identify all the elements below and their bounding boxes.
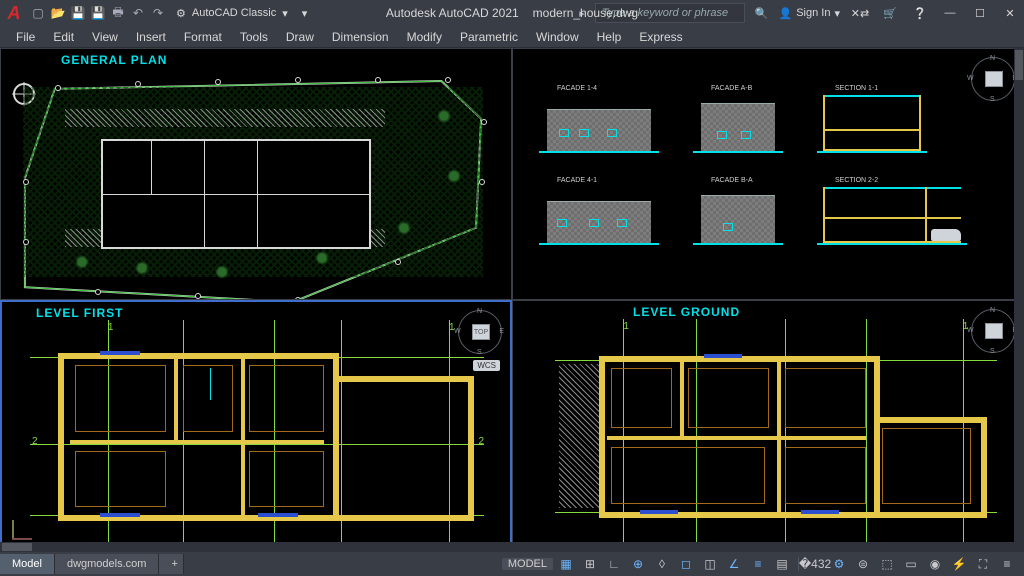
- car-icon: [931, 229, 961, 241]
- menu-bar: File Edit View Insert Format Tools Draw …: [0, 26, 1024, 48]
- title-right: ▸ Type a keyword or phrase 🔍 👤 Sign In ▾…: [579, 3, 1020, 23]
- tab-layout-1[interactable]: dwgmodels.com: [55, 554, 159, 574]
- transparency-toggle-icon[interactable]: ▤: [771, 555, 793, 573]
- clean-screen-icon[interactable]: ⛶: [972, 555, 994, 573]
- viewport-general-plan[interactable]: GENERAL PLAN: [0, 48, 512, 300]
- app-name: Autodesk AutoCAD 2021: [386, 6, 519, 20]
- chevron-down-icon: ▾: [282, 7, 288, 20]
- horizontal-scrollbar[interactable]: [0, 542, 1024, 552]
- document-name: modern_house.dwg: [533, 6, 638, 20]
- 3dosnap-toggle-icon[interactable]: ◫: [699, 555, 721, 573]
- menu-tools[interactable]: Tools: [232, 28, 276, 46]
- isolate-objects-icon[interactable]: ◉: [924, 555, 946, 573]
- facade-a-b: FACADE A-B: [693, 85, 783, 157]
- search-icon[interactable]: 🔍: [755, 7, 769, 20]
- menu-parametric[interactable]: Parametric: [452, 28, 526, 46]
- grid-toggle-icon[interactable]: ▦: [555, 555, 577, 573]
- ucs-icon: [8, 516, 36, 544]
- overflow-chevron-icon[interactable]: ▾: [302, 7, 308, 20]
- close-button[interactable]: ✕: [1000, 5, 1020, 21]
- annotation-scale-icon[interactable]: �432: [804, 555, 826, 573]
- floor-plan-ground: 1 1: [583, 341, 987, 531]
- menu-insert[interactable]: Insert: [128, 28, 174, 46]
- elevation-row-2: FACADE 4-1 FACADE B-A SECTION 2-2: [539, 177, 967, 249]
- menu-view[interactable]: View: [84, 28, 126, 46]
- view-cube[interactable]: N S E W: [971, 57, 1015, 101]
- lineweight-toggle-icon[interactable]: ≡: [747, 555, 769, 573]
- title-bar: A ▢ 📂 💾 💾 🖶 ↶ ↷ ⚙ AutoCAD Classic ▾ ▾ Au…: [0, 0, 1024, 26]
- tab-add-button[interactable]: +: [159, 554, 184, 574]
- status-bar: Model dwgmodels.com + MODEL ▦ ⊞ ∟ ⊕ ◊ ◻ …: [0, 552, 1024, 576]
- drawing-area: GENERAL PLAN: [0, 48, 1024, 552]
- snap-toggle-icon[interactable]: ⊞: [579, 555, 601, 573]
- open-icon[interactable]: 📂: [50, 5, 66, 21]
- section-2-2: SECTION 2-2: [817, 177, 967, 249]
- menu-file[interactable]: File: [8, 28, 43, 46]
- facade-b-a: FACADE B-A: [693, 177, 783, 249]
- viewport-elevations[interactable]: N S E W FACADE 1-4 FACADE A-B SECTION 1-…: [512, 48, 1024, 300]
- polar-toggle-icon[interactable]: ⊕: [627, 555, 649, 573]
- customization-icon[interactable]: ≡: [996, 555, 1018, 573]
- user-icon: 👤: [779, 7, 793, 20]
- menu-express[interactable]: Express: [631, 28, 690, 46]
- maximize-button[interactable]: ☐: [970, 5, 990, 21]
- wcs-badge: WCS: [473, 360, 500, 371]
- workspace-switcher[interactable]: ⚙ AutoCAD Classic ▾ ▾: [176, 7, 307, 20]
- plot-icon[interactable]: 🖶: [110, 5, 126, 21]
- section-1-1: SECTION 1-1: [817, 85, 927, 157]
- viewport-level-first[interactable]: LEVEL FIRST TOP N S E W WCS 1 1 2 2: [0, 300, 512, 552]
- facade-4-1: FACADE 4-1: [539, 177, 659, 249]
- title-center: Autodesk AutoCAD 2021 modern_house.dwg: [386, 6, 638, 20]
- viewport-label: LEVEL FIRST: [36, 306, 123, 320]
- floor-plan-first: 1 1 2 2: [58, 342, 474, 530]
- osnap-toggle-icon[interactable]: ◻: [675, 555, 697, 573]
- signin-label: Sign In: [796, 7, 830, 19]
- saveas-icon[interactable]: 💾: [90, 5, 106, 21]
- new-icon[interactable]: ▢: [30, 5, 46, 21]
- quick-access-toolbar: ▢ 📂 💾 💾 🖶 ↶ ↷: [30, 5, 166, 21]
- tab-model[interactable]: Model: [0, 554, 55, 574]
- isoplane-toggle-icon[interactable]: ◊: [651, 555, 673, 573]
- exchange-icon[interactable]: ✕⇄: [850, 5, 870, 21]
- model-space-label[interactable]: MODEL: [502, 558, 553, 570]
- building-footprint: [101, 139, 371, 249]
- viewport-label: LEVEL GROUND: [633, 305, 740, 319]
- menu-edit[interactable]: Edit: [45, 28, 82, 46]
- viewport-level-ground[interactable]: LEVEL GROUND N S E W 1 1: [512, 300, 1024, 552]
- facade-1-4: FACADE 1-4: [539, 85, 659, 157]
- viewport-label: GENERAL PLAN: [61, 53, 167, 67]
- minimize-button[interactable]: —: [940, 5, 960, 21]
- vertical-scrollbar[interactable]: [1014, 48, 1024, 542]
- annotation-monitor-icon[interactable]: ⊜: [852, 555, 874, 573]
- help-icon[interactable]: ❔: [910, 5, 930, 21]
- menu-modify[interactable]: Modify: [399, 28, 450, 46]
- menu-dimension[interactable]: Dimension: [324, 28, 397, 46]
- units-icon[interactable]: ⬚: [876, 555, 898, 573]
- undo-icon[interactable]: ↶: [130, 5, 146, 21]
- menu-window[interactable]: Window: [528, 28, 587, 46]
- status-toggles: MODEL ▦ ⊞ ∟ ⊕ ◊ ◻ ◫ ∠ ≡ ▤ �432 ⚙ ⊜ ⬚ ▭ ◉…: [502, 555, 1024, 573]
- cart-icon[interactable]: 🛒: [880, 5, 900, 21]
- app-logo[interactable]: A: [4, 3, 24, 23]
- save-icon[interactable]: 💾: [70, 5, 86, 21]
- elevation-row-1: FACADE 1-4 FACADE A-B SECTION 1-1: [539, 85, 927, 157]
- redo-icon[interactable]: ↷: [150, 5, 166, 21]
- layout-tabs: Model dwgmodels.com +: [0, 552, 502, 576]
- menu-format[interactable]: Format: [176, 28, 230, 46]
- signin-button[interactable]: 👤 Sign In ▾: [779, 7, 840, 20]
- menu-draw[interactable]: Draw: [278, 28, 322, 46]
- quick-properties-icon[interactable]: ▭: [900, 555, 922, 573]
- workspace-icon[interactable]: ⚙: [828, 555, 850, 573]
- chevron-down-icon: ▾: [834, 7, 840, 20]
- otrack-toggle-icon[interactable]: ∠: [723, 555, 745, 573]
- gear-icon: ⚙: [176, 7, 186, 20]
- workspace-label: AutoCAD Classic: [192, 7, 276, 19]
- hardware-accel-icon[interactable]: ⚡: [948, 555, 970, 573]
- menu-help[interactable]: Help: [589, 28, 630, 46]
- ortho-toggle-icon[interactable]: ∟: [603, 555, 625, 573]
- site-plan: [15, 79, 491, 285]
